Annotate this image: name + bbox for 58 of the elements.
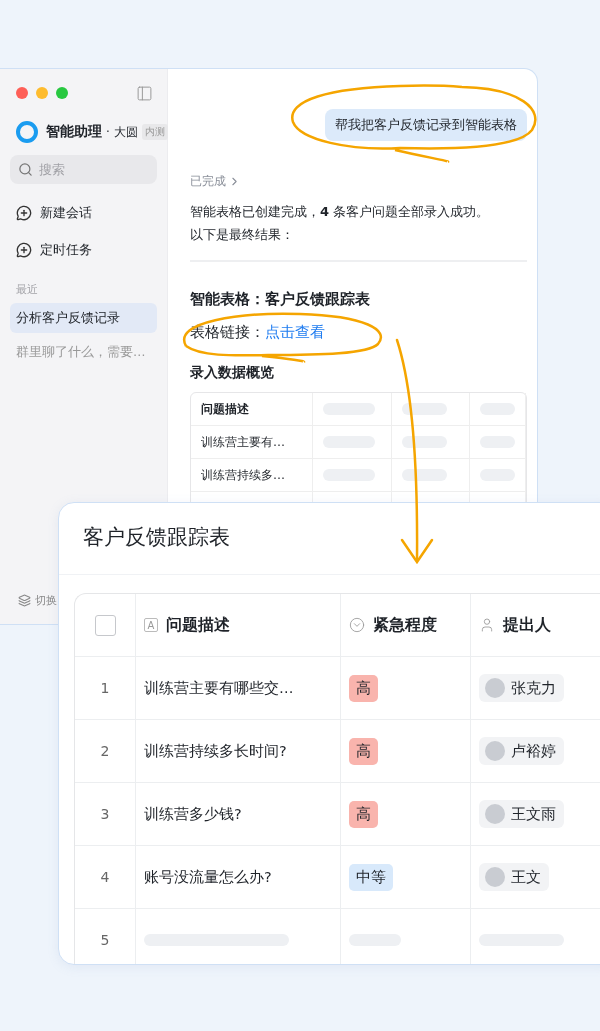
table-header: 问题描述	[191, 393, 313, 426]
person-chip: 王文雨	[479, 800, 564, 828]
row-number: 1	[100, 680, 110, 696]
user-message: 帮我把客户反馈记录到智能表格	[325, 109, 527, 141]
person-chip: 王文	[479, 863, 549, 891]
avatar-icon	[485, 741, 505, 761]
row-number: 3	[100, 806, 110, 822]
sheet-title: 客户反馈跟踪表	[59, 503, 600, 575]
search-field[interactable]: 搜索	[10, 155, 157, 184]
user-name: · 大圆	[106, 123, 138, 141]
select-all-checkbox[interactable]	[94, 614, 116, 636]
urgency-tag: 高	[349, 674, 378, 702]
chat-plus-icon	[16, 204, 32, 221]
reply-text: 智能表格已创建完成，4 条客户问题全部录入成功。	[190, 203, 491, 221]
avatar-icon	[485, 678, 505, 698]
urgency-tag: 高	[349, 800, 378, 828]
skeleton-bar	[402, 403, 447, 415]
column-header[interactable]: 提出人	[503, 614, 551, 636]
table-cell: 训练营持续多…	[191, 459, 313, 492]
urgency-tag: 高	[349, 737, 378, 765]
text-field-icon: A	[144, 618, 158, 632]
table-cell: 训练营主要有哪些交…	[144, 678, 294, 698]
table-cell: 训练营主要有…	[191, 426, 313, 459]
ring-logo-icon	[16, 121, 38, 143]
overview-title: 录入数据概览	[190, 364, 274, 382]
sidebar-action[interactable]: 新建会话	[10, 194, 157, 231]
table-cell: 账号没流量怎么办?	[144, 867, 272, 887]
skeleton-bar	[402, 436, 447, 448]
search-icon	[18, 162, 33, 177]
view-link[interactable]: 点击查看	[265, 323, 325, 342]
app-name: 智能助理	[46, 123, 102, 141]
beta-badge: 内测	[141, 124, 168, 140]
table-cell: 训练营多少钱?	[144, 804, 242, 824]
section-title: 最近	[16, 282, 39, 297]
minimize-icon[interactable]	[36, 87, 48, 99]
person-chip: 卢裕婷	[479, 737, 564, 765]
reply-text: 以下是最终结果：	[190, 226, 295, 244]
maximize-icon[interactable]	[56, 87, 68, 99]
row-number: 2	[100, 743, 110, 759]
row-number: 5	[100, 932, 110, 948]
close-icon[interactable]	[16, 87, 28, 99]
person-field-icon	[479, 617, 495, 633]
conversation-item[interactable]: 分析客户反馈记录	[10, 303, 157, 333]
layers-icon	[18, 594, 31, 607]
column-header[interactable]: 问题描述	[166, 614, 230, 636]
person-chip: 张克力	[479, 674, 564, 702]
column-header[interactable]: 紧急程度	[373, 614, 437, 636]
dropdown-field-icon	[349, 617, 365, 633]
result-title: 智能表格：客户反馈跟踪表	[190, 290, 371, 309]
table-cell: 训练营持续多长时间?	[144, 741, 287, 761]
sidebar-toggle-icon[interactable]	[136, 84, 153, 102]
chat-plus-icon	[16, 241, 32, 258]
skeleton-bar	[402, 469, 447, 481]
sidebar-action[interactable]: 定时任务	[10, 231, 157, 268]
avatar-icon	[485, 804, 505, 824]
urgency-tag: 中等	[349, 863, 393, 891]
avatar-icon	[485, 867, 505, 887]
row-number: 4	[100, 869, 110, 885]
